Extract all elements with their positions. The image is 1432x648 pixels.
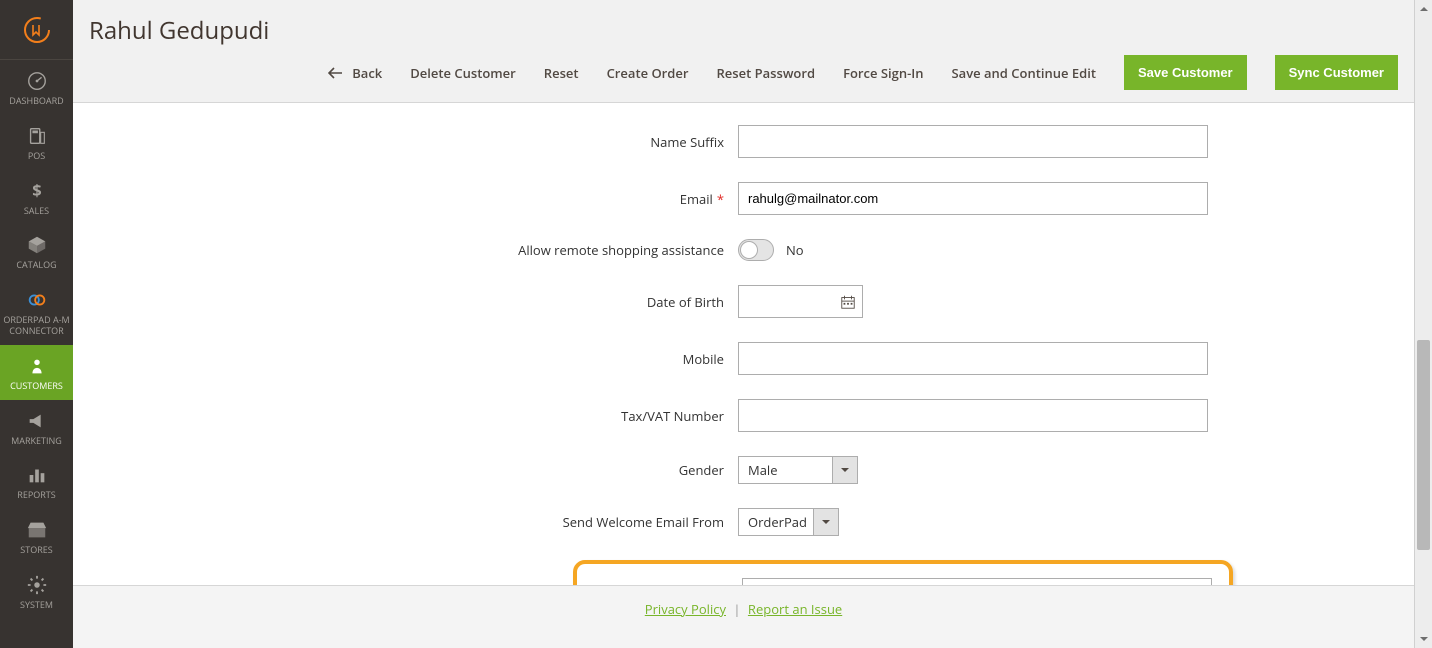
- sidebar-item-catalog[interactable]: CATALOG: [0, 224, 73, 279]
- form-content: Name Suffix Email* Allow remote shopping…: [73, 103, 1414, 585]
- chevron-down-icon: [813, 508, 839, 536]
- delete-customer-button[interactable]: Delete Customer: [410, 64, 516, 82]
- email-input[interactable]: [738, 182, 1208, 215]
- welcome-email-select[interactable]: OrderPad: [738, 508, 839, 536]
- dob-label: Date of Birth: [73, 293, 738, 311]
- remote-shopping-toggle[interactable]: [738, 239, 774, 261]
- sidebar-item-dashboard[interactable]: DASHBOARD: [0, 60, 73, 115]
- tax-vat-label: Tax/VAT Number: [73, 407, 738, 425]
- mobile-label: Mobile: [73, 350, 738, 368]
- sidebar-item-marketing[interactable]: MARKETING: [0, 400, 73, 455]
- back-label: Back: [352, 64, 382, 82]
- sync-customer-button[interactable]: Sync Customer: [1275, 55, 1398, 90]
- page-title: Rahul Gedupudi: [89, 14, 1398, 47]
- gender-select-value: Male: [738, 456, 832, 484]
- welcome-email-label: Send Welcome Email From: [73, 513, 738, 531]
- sidebar-item-stores[interactable]: STORES: [0, 509, 73, 564]
- tax-vat-input[interactable]: [738, 399, 1208, 432]
- remote-shopping-label: Allow remote shopping assistance: [73, 241, 738, 259]
- email-label-text: Email: [680, 190, 713, 208]
- arrow-left-icon: [328, 67, 342, 79]
- reset-button[interactable]: Reset: [544, 64, 579, 82]
- name-suffix-label: Name Suffix: [73, 133, 738, 151]
- calendar-icon[interactable]: [839, 293, 857, 311]
- footer-separator: |: [733, 600, 740, 618]
- save-customer-button[interactable]: Save Customer: [1124, 55, 1247, 90]
- force-signin-button[interactable]: Force Sign-In: [843, 64, 923, 82]
- welcome-email-select-value: OrderPad: [738, 508, 813, 536]
- chevron-down-icon: [832, 456, 858, 484]
- sidebar-item-reports[interactable]: REPORTS: [0, 454, 73, 509]
- report-issue-link[interactable]: Report an Issue: [748, 600, 842, 618]
- sidebar-label: CATALOG: [16, 258, 56, 271]
- privacy-policy-link[interactable]: Privacy Policy: [645, 600, 726, 618]
- acumatica-id-input[interactable]: [742, 578, 1212, 585]
- app-logo: [0, 0, 73, 60]
- save-continue-button[interactable]: Save and Continue Edit: [952, 64, 1096, 82]
- sidebar-label: MARKETING: [11, 434, 62, 447]
- sidebar-label: SALES: [24, 204, 49, 217]
- sidebar-item-sales[interactable]: $ SALES: [0, 170, 73, 225]
- vertical-scrollbar[interactable]: [1414, 0, 1432, 648]
- gender-select[interactable]: Male: [738, 456, 858, 484]
- mobile-input[interactable]: [738, 342, 1208, 375]
- email-label: Email*: [73, 190, 738, 208]
- sidebar-label: STORES: [20, 543, 52, 556]
- acumatica-highlight: Acumatica customer id: [573, 560, 1233, 585]
- sidebar-label: REPORTS: [17, 488, 55, 501]
- page-footer: Privacy Policy | Report an Issue: [73, 585, 1414, 648]
- page-header: Rahul Gedupudi Back Delete Customer Rese…: [73, 0, 1414, 103]
- sidebar-label: CUSTOMERS: [10, 379, 63, 392]
- sidebar-item-connector[interactable]: ORDERPAD A-M CONNECTOR: [0, 279, 73, 345]
- reset-password-button[interactable]: Reset Password: [717, 64, 816, 82]
- scroll-down-icon[interactable]: [1415, 630, 1432, 648]
- sidebar-label: ORDERPAD A-M CONNECTOR: [3, 313, 69, 337]
- actions-bar: Back Delete Customer Reset Create Order …: [89, 55, 1398, 102]
- create-order-button[interactable]: Create Order: [607, 64, 689, 82]
- sidebar-item-pos[interactable]: POS: [0, 115, 73, 170]
- sidebar-item-system[interactable]: SYSTEM: [0, 564, 73, 619]
- sidebar-label: SYSTEM: [20, 598, 53, 611]
- sidebar-label: POS: [28, 149, 45, 162]
- name-suffix-input[interactable]: [738, 125, 1208, 158]
- scroll-up-icon[interactable]: [1415, 0, 1432, 18]
- gender-label: Gender: [73, 461, 738, 479]
- remote-shopping-value: No: [786, 241, 804, 259]
- svg-text:$: $: [32, 180, 41, 202]
- back-button[interactable]: Back: [328, 64, 382, 82]
- sidebar-item-customers[interactable]: CUSTOMERS: [0, 345, 73, 400]
- left-sidebar: DASHBOARD POS $ SALES CATALOG ORDERPAD A…: [0, 0, 73, 648]
- sidebar-label: DASHBOARD: [9, 94, 63, 107]
- required-asterisk: *: [717, 190, 724, 208]
- scrollbar-thumb[interactable]: [1417, 340, 1430, 550]
